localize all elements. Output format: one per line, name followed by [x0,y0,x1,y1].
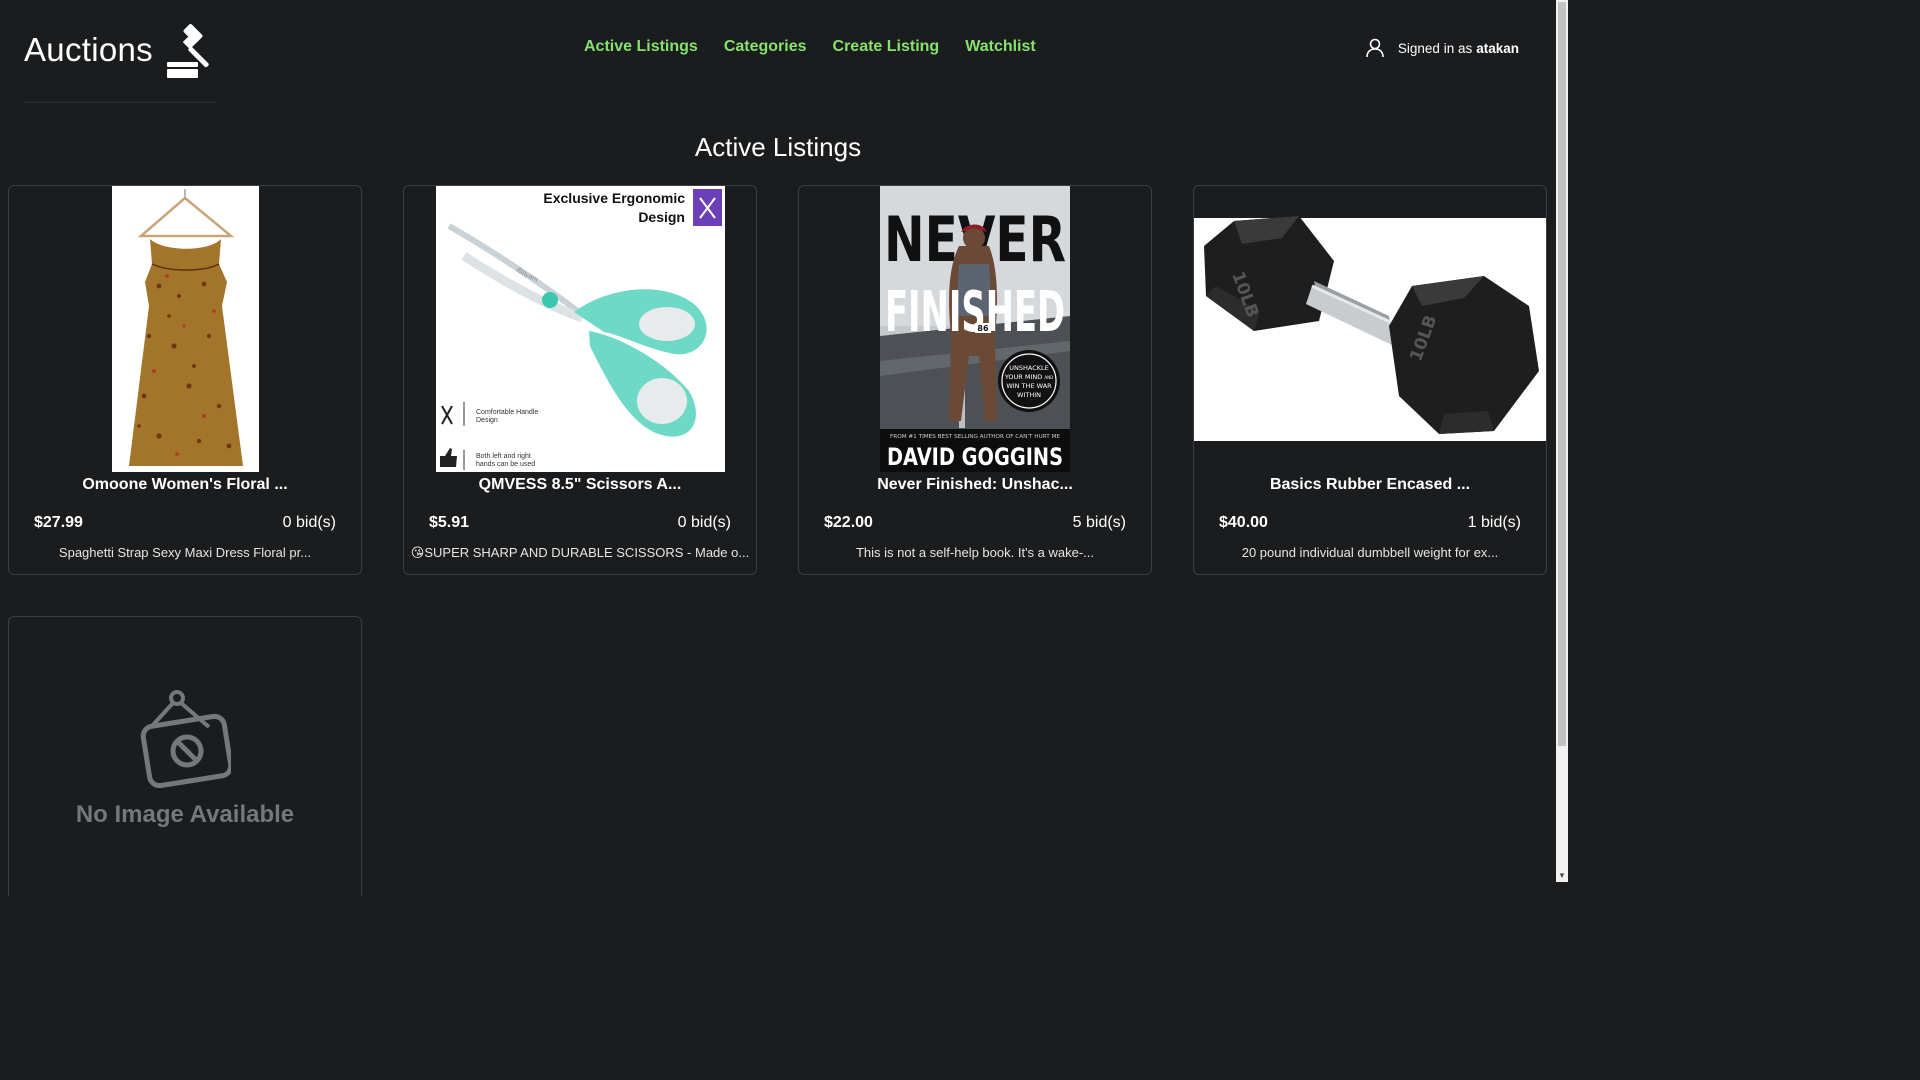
listing-bids: 1 bid(s) [1467,514,1521,531]
listing-card[interactable]: Omoone Women's Floral ... $27.99 0 bid(s… [8,185,362,575]
no-image-text: No Image Available [75,801,295,828]
scrollbar-thumb[interactable] [1558,2,1566,746]
listing-image[interactable] [9,186,361,472]
listing-description: 20 pound individual dumbbell weight for … [1241,545,1499,560]
listing-title[interactable]: Omoone Women's Floral ... [9,476,361,494]
signed-in-label: Signed in as [1397,40,1473,56]
nav-active-listings[interactable]: Active Listings [584,38,698,56]
listing-bids: 0 bid(s) [677,514,731,531]
listing-card[interactable]: NEVER FINISHED 86 UNSHACKLE YOUR MIND AN… [798,185,1152,575]
brand-title: Auctions [24,31,153,68]
image-feature-1a: Comfortable Handle [476,409,538,416]
image-headline-1: Exclusive Ergonomic [543,190,685,206]
listing-description: 😘SUPER SHARP AND DURABLE SCISSORS - Made… [410,545,750,560]
main-nav: Active Listings Categories Create Listin… [584,38,1036,56]
cover-seal-3: WIN THE WAR [1006,382,1052,390]
listing-price: $27.99 [34,514,83,531]
cover-bib: 86 [977,324,989,333]
cover-byline: FROM #1 TIMES BEST SELLING AUTHOR OF CAN… [890,434,1060,440]
listing-bids: 5 bid(s) [1072,514,1126,531]
cover-seal-2: YOUR MIND [1004,373,1042,381]
listing-title[interactable]: QMVESS 8.5" Scissors A... [404,476,756,494]
listing-image[interactable]: Exclusive Ergonomic Design iBayam Comfor… [404,186,756,472]
listing-price: $22.00 [824,514,873,531]
no-image-icon [140,690,231,789]
user-icon[interactable] [1366,38,1384,58]
listing-bids: 0 bid(s) [282,514,336,531]
listing-card[interactable]: Exclusive Ergonomic Design iBayam Comfor… [403,185,757,575]
username: atakan [1476,40,1519,56]
image-feature-2a: Both left and right [476,453,531,460]
nav-categories[interactable]: Categories [724,38,807,56]
listing-price: $40.00 [1219,514,1268,531]
listing-price: $5.91 [429,514,470,531]
listing-description: Spaghetti Strap Sexy Maxi Dress Floral p… [58,545,312,560]
auctions-page: Auctions Active Listings Categories Crea… [0,0,1568,896]
page-title: Active Listings [694,132,862,162]
gavel-icon [166,24,209,78]
cover-author: DAVID GOGGINS [887,443,1063,471]
cover-seal-4: WITHIN [1017,391,1041,399]
brand-divider [24,101,216,103]
listing-description: This is not a self-help book. It's a wak… [855,545,1095,560]
image-feature-2b: hands can be used [476,461,535,468]
listing-card[interactable]: No Image Available [8,616,362,896]
header: Auctions Active Listings Categories Crea… [0,0,1556,103]
cover-seal-1: UNSHACKLE [1009,364,1049,372]
listing-card[interactable]: 10LB 10LB Basics Rubber Encased ... $40.… [1193,185,1547,575]
cover-seal-2b: AND [1044,375,1053,380]
brand[interactable]: Auctions [24,22,221,78]
vertical-scrollbar[interactable]: ▼ [1556,0,1568,882]
cover-word-2: FINISHED [885,280,1065,345]
nav-create-listing[interactable]: Create Listing [833,38,940,56]
nav-watchlist[interactable]: Watchlist [965,38,1036,56]
image-feature-1b: Design [476,417,498,424]
user-status: Signed in as atakan [1366,38,1519,58]
svg-text:YOUR MIND AND: YOUR MIND AND [1004,373,1053,381]
listing-title[interactable]: Never Finished: Unshac... [799,476,1151,494]
scroll-down-icon[interactable]: ▼ [1557,871,1567,881]
listing-image[interactable]: NEVER FINISHED 86 UNSHACKLE YOUR MIND AN… [799,186,1151,472]
image-headline-2: Design [638,209,685,225]
listing-title[interactable]: Basics Rubber Encased ... [1194,476,1546,494]
listing-image[interactable]: 10LB 10LB [1194,186,1546,472]
